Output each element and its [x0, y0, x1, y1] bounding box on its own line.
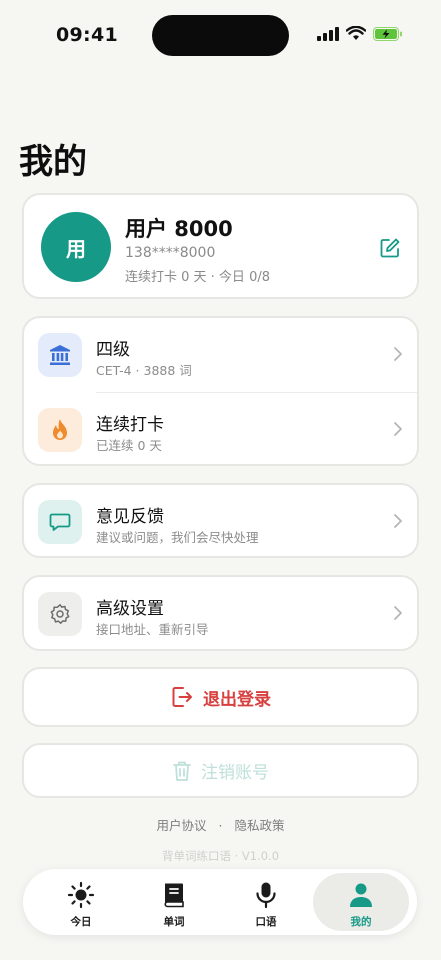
delete-account-label: 注销账号	[201, 763, 269, 783]
tab-label: 口语	[255, 916, 277, 928]
profile-name: 用户 8000	[125, 217, 233, 241]
tab-label: 今日	[70, 916, 92, 928]
trash-icon	[173, 761, 191, 781]
status-bar: 09:41	[0, 0, 441, 72]
footer-links: 用户协议 · 隐私政策	[0, 815, 441, 834]
delete-account-button[interactable]: 注销账号	[22, 743, 419, 798]
list-item-title: 连续打卡	[96, 415, 164, 435]
study-list-card: 四级 CET-4 · 3888 词 连续打卡 已连续 0 天	[22, 316, 419, 466]
tab-label: 我的	[350, 916, 372, 928]
settings-card[interactable]: 高级设置 接口地址、重新引导	[22, 575, 419, 651]
edit-icon[interactable]	[379, 237, 401, 259]
profile-card[interactable]: 用 用户 8000 138****8000 连续打卡 0 天 · 今日 0/8	[22, 193, 419, 299]
tab-label: 单词	[163, 916, 185, 928]
cellular-signal-icon	[317, 26, 339, 41]
gear-icon	[38, 592, 82, 636]
chat-icon	[38, 500, 82, 544]
list-item-title: 四级	[96, 340, 130, 360]
chevron-right-icon	[394, 606, 402, 620]
microphone-icon	[251, 880, 281, 910]
tab-bar: 今日 单词 口语 我的	[23, 869, 417, 935]
footer-separator: ·	[218, 818, 223, 833]
tab-words[interactable]: 单词	[128, 873, 220, 931]
list-item-title: 高级设置	[96, 599, 164, 619]
list-item-subtitle: 已连续 0 天	[96, 438, 162, 453]
dynamic-island	[152, 15, 289, 56]
profile-stats: 连续打卡 0 天 · 今日 0/8	[125, 270, 270, 285]
app-version: 背单词练口语 · V1.0.0	[161, 849, 280, 863]
feedback-card[interactable]: 意见反馈 建议或问题，我们会尽快处理	[22, 483, 419, 558]
avatar: 用	[41, 212, 111, 282]
chevron-right-icon	[394, 514, 402, 528]
person-icon	[346, 880, 376, 910]
sun-icon	[66, 880, 96, 910]
page-title: 我的	[19, 142, 87, 182]
tab-mine[interactable]: 我的	[313, 873, 409, 931]
list-item-feedback[interactable]: 意见反馈 建议或问题，我们会尽快处理	[24, 485, 417, 559]
flame-icon	[38, 408, 82, 452]
status-time: 09:41	[56, 24, 118, 46]
battery-charging-icon	[373, 26, 402, 41]
chevron-right-icon	[394, 347, 402, 361]
list-item-settings[interactable]: 高级设置 接口地址、重新引导	[24, 577, 417, 651]
user-agreement-link[interactable]: 用户协议	[157, 818, 207, 833]
chevron-right-icon	[394, 422, 402, 436]
list-item-title: 意见反馈	[96, 507, 164, 527]
wifi-icon	[346, 26, 366, 40]
logout-icon	[172, 687, 192, 707]
tab-speaking[interactable]: 口语	[220, 873, 312, 931]
profile-phone: 138****8000	[125, 245, 216, 261]
list-item-level[interactable]: 四级 CET-4 · 3888 词	[24, 318, 417, 393]
status-icons	[317, 26, 403, 41]
list-item-subtitle: 建议或问题，我们会尽快处理	[96, 530, 259, 545]
list-item-subtitle: 接口地址、重新引导	[96, 622, 209, 637]
tab-today[interactable]: 今日	[35, 873, 127, 931]
logout-button[interactable]: 退出登录	[22, 667, 419, 727]
book-icon	[159, 880, 189, 910]
list-item-streak[interactable]: 连续打卡 已连续 0 天	[24, 393, 417, 467]
privacy-policy-link[interactable]: 隐私政策	[234, 818, 284, 833]
bank-icon	[38, 333, 82, 377]
logout-label: 退出登录	[203, 689, 271, 710]
list-item-subtitle: CET-4 · 3888 词	[96, 363, 192, 378]
